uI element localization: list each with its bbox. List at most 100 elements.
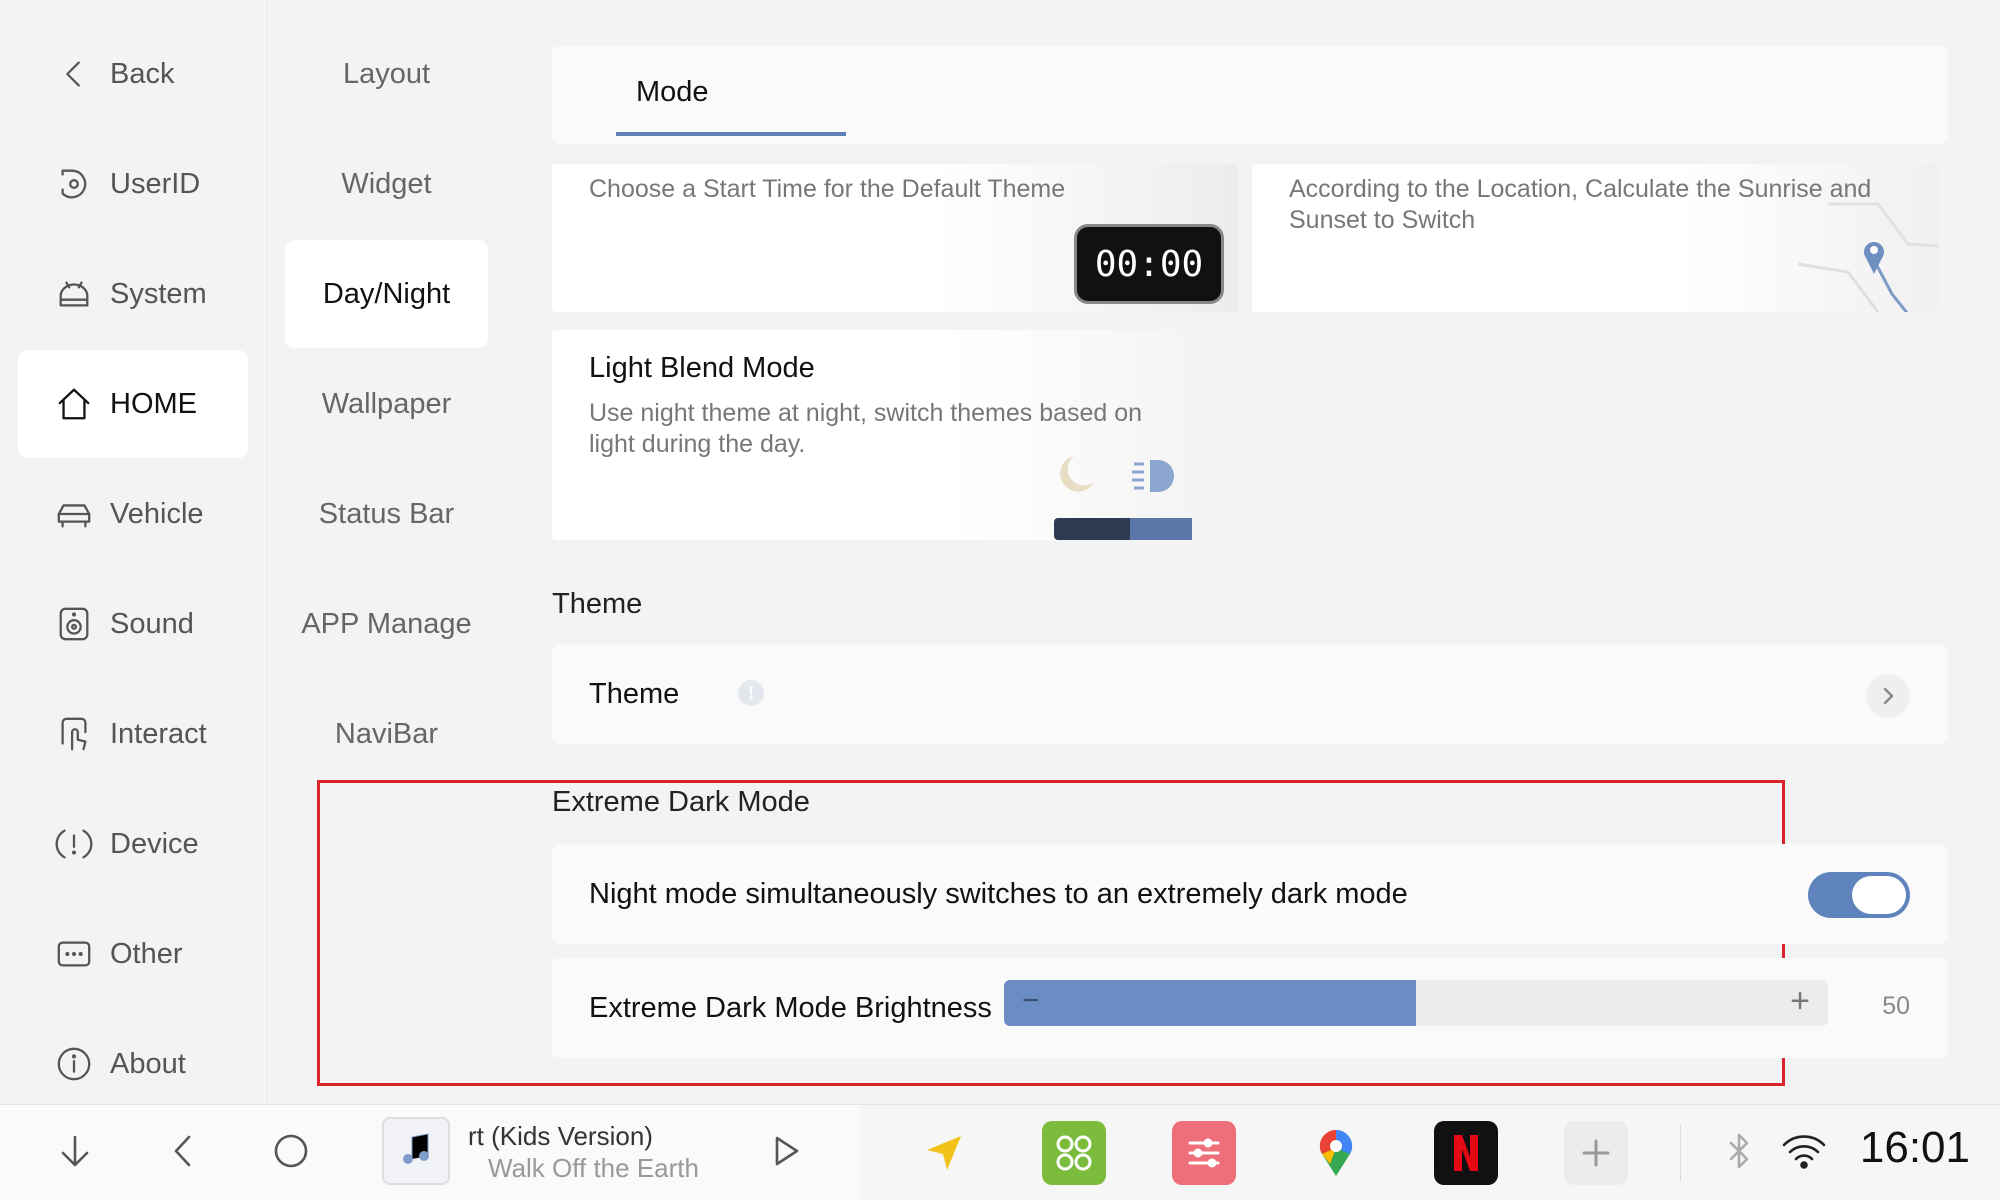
brightness-slider[interactable]: − + [1004,980,1828,1026]
back-icon [54,54,94,94]
sidebar-item-userid[interactable]: UserID [18,130,248,238]
plus-icon [1582,1139,1610,1167]
sidebar-item-device[interactable]: Device [18,790,248,898]
map-pin-icon [1319,1129,1353,1176]
extreme-dark-section-title: Extreme Dark Mode [552,786,810,818]
alert-icon [54,824,94,864]
brightness-label: Extreme Dark Mode Brightness [589,992,992,1024]
netflix-logo-icon [1454,1135,1478,1171]
tab-underline [616,132,846,136]
touch-icon [54,714,94,754]
bluetooth-status[interactable] [1714,1105,1764,1200]
clock-illustration: 00:00 [1074,224,1224,304]
clock-illustration-time: 00:00 [1094,243,1204,285]
sidebar-item-system[interactable]: System [18,240,248,348]
home-button[interactable] [256,1105,326,1200]
back-nav-icon [163,1131,203,1176]
bottom-navigation-bar: rt (Kids Version) Walk Off the Earth 16:… [0,1104,2000,1200]
mode-tab-bar: Mode [552,46,1948,144]
light-blend-mode-card[interactable]: Light Blend Mode Use night theme at nigh… [552,330,1238,540]
sidebar-item-other[interactable]: Other [18,900,248,1008]
tab-mode[interactable]: Mode [636,76,709,109]
start-time-mode-card[interactable]: Choose a Start Time for the Default Them… [552,164,1238,312]
add-app-button[interactable] [1564,1121,1628,1185]
extreme-dark-toggle[interactable] [1808,872,1910,918]
sidebar-item-label: UserID [110,167,201,200]
sidebar-item-label: Device [110,827,199,860]
play-icon [765,1131,805,1176]
google-maps-app[interactable] [1304,1121,1368,1185]
status-clock: 16:01 [1859,1123,1970,1172]
home-circle-icon [271,1131,311,1176]
extreme-dark-toggle-row: Night mode simultaneously switches to an… [552,844,1948,944]
plus-icon[interactable]: + [1790,982,1810,1021]
toggle-knob [1852,876,1906,914]
subnav-item-app-manage[interactable]: APP Manage [285,570,488,678]
minus-icon[interactable]: − [1022,984,1040,1018]
info-icon[interactable]: ! [738,680,764,706]
subnav-item-widget[interactable]: Widget [285,130,488,238]
subnav-item-layout[interactable]: Layout [285,20,488,128]
arrow-down-icon [55,1131,95,1176]
moon-headlight-illustration [1054,456,1192,540]
subnav-item-status-bar[interactable]: Status Bar [285,460,488,568]
location-desc: According to the Location, Calculate the… [1289,175,1872,234]
music-album-art[interactable] [382,1117,450,1185]
sidebar-item-label: Interact [110,717,207,750]
start-time-desc: Choose a Start Time for the Default Them… [589,175,1066,203]
sidebar-item-label: About [110,1047,186,1080]
music-info[interactable]: rt (Kids Version) Walk Off the Earth [468,1105,698,1200]
theme-section-title: Theme [552,588,643,620]
sidebar-item-label: Vehicle [110,497,204,530]
sidebar-item-interact[interactable]: Interact [18,680,248,788]
play-button[interactable] [750,1105,820,1200]
android-icon [54,274,94,314]
sidebar-item-label: System [110,277,207,310]
back-button[interactable] [148,1105,218,1200]
theme-row-label: Theme [589,678,680,710]
main-sidebar: Back UserID System HOME Vehicle Sound In… [0,0,268,1104]
dots-icon [54,934,94,974]
sidebar-item-label: Sound [110,607,194,640]
extreme-dark-toggle-label: Night mode simultaneously switches to an… [589,878,1408,910]
extreme-dark-mode-section: Extreme Dark Mode Night mode simultaneou… [317,780,2000,1090]
info-icon [54,1044,94,1084]
brightness-value: 50 [1882,992,1910,1020]
userid-icon [54,164,94,204]
car-icon [54,494,94,534]
extreme-dark-brightness-row: Extreme Dark Mode Brightness − + 50 [552,958,1948,1058]
widgets-icon [1056,1135,1092,1171]
sidebar-item-vehicle[interactable]: Vehicle [18,460,248,568]
sidebar-item-label: HOME [110,387,197,420]
chevron-right-icon[interactable] [1866,674,1910,718]
sidebar-item-about[interactable]: About [18,1010,248,1118]
home-icon [54,384,94,424]
location-mode-card[interactable]: According to the Location, Calculate the… [1252,164,1938,312]
sidebar-item-back[interactable]: Back [18,20,248,128]
sidebar-item-label: Back [110,57,175,90]
sidebar-item-home[interactable]: HOME [18,350,248,458]
collapse-button[interactable] [40,1105,110,1200]
main-content: Mode Choose a Start Time for the Default… [317,0,2000,1104]
music-note-icon [396,1129,436,1174]
music-title: rt (Kids Version) [468,1121,653,1151]
netflix-app[interactable] [1434,1121,1498,1185]
wifi-icon [1780,1131,1828,1176]
navigation-arrow-icon [927,1136,961,1170]
theme-row[interactable]: Theme ! [552,644,1948,744]
brightness-slider-fill [1004,980,1416,1026]
navigation-app[interactable] [912,1121,976,1185]
sidebar-item-sound[interactable]: Sound [18,570,248,678]
subnav-item-wallpaper[interactable]: Wallpaper [285,350,488,458]
light-blend-title: Light Blend Mode [589,352,815,384]
subnav-item-day-night[interactable]: Day/Night [285,240,488,348]
speaker-icon [54,604,94,644]
sidebar-item-label: Other [110,937,183,970]
widgets-app[interactable] [1042,1121,1106,1185]
subnav-item-navibar[interactable]: NaviBar [285,680,488,788]
wifi-status[interactable] [1776,1105,1832,1200]
music-artist: Walk Off the Earth [488,1153,698,1183]
bluetooth-icon [1723,1131,1755,1176]
divider [1680,1125,1681,1181]
equalizer-app[interactable] [1172,1121,1236,1185]
